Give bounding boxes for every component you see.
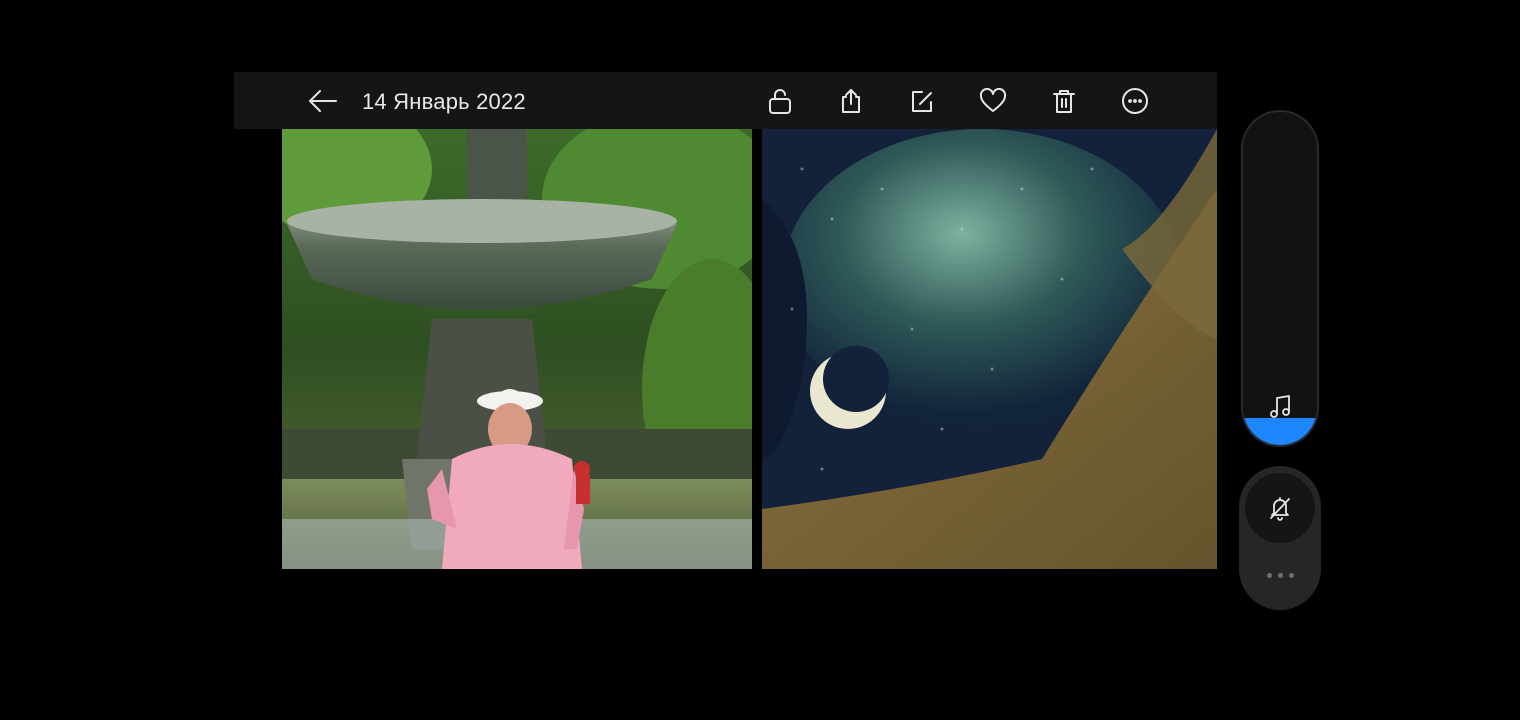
- page-title: 14 Январь 2022: [362, 89, 526, 114]
- share-icon: [842, 89, 860, 113]
- delete-button[interactable]: [1046, 82, 1082, 120]
- photo-viewer: 14 Январь 2022: [234, 72, 1217, 569]
- more-button[interactable]: [1117, 82, 1153, 120]
- trash-icon: [1053, 90, 1075, 113]
- fountain-photo-image: [282, 129, 752, 569]
- more-dots-icon: [1266, 572, 1272, 578]
- edit-button[interactable]: [904, 82, 940, 120]
- photo-strip: [282, 129, 1217, 569]
- more-circle-icon: [1122, 88, 1148, 114]
- painting-photo-image: [762, 129, 1217, 569]
- heart-icon: [979, 87, 1007, 112]
- bell-off-icon: [1270, 497, 1290, 521]
- top-bar: 14 Январь 2022: [234, 72, 1217, 129]
- ringer-panel: [1239, 466, 1321, 610]
- arrow-left-icon: [309, 90, 337, 112]
- share-button[interactable]: [833, 82, 869, 120]
- music-note-icon: [1266, 392, 1296, 422]
- photo-fountain[interactable]: [282, 129, 752, 569]
- volume-slider[interactable]: [1241, 110, 1319, 447]
- edit-icon: [912, 91, 932, 112]
- volume-level-fill: [1243, 418, 1317, 445]
- unlock-button[interactable]: [762, 82, 798, 120]
- unlock-icon: [769, 89, 791, 114]
- volume-more-button[interactable]: [1260, 563, 1300, 587]
- photo-painting[interactable]: [762, 129, 1217, 569]
- favorite-button[interactable]: [975, 82, 1011, 120]
- action-toolbar: [762, 82, 1153, 120]
- back-button[interactable]: [306, 86, 340, 116]
- ringer-mute-button[interactable]: [1245, 473, 1315, 543]
